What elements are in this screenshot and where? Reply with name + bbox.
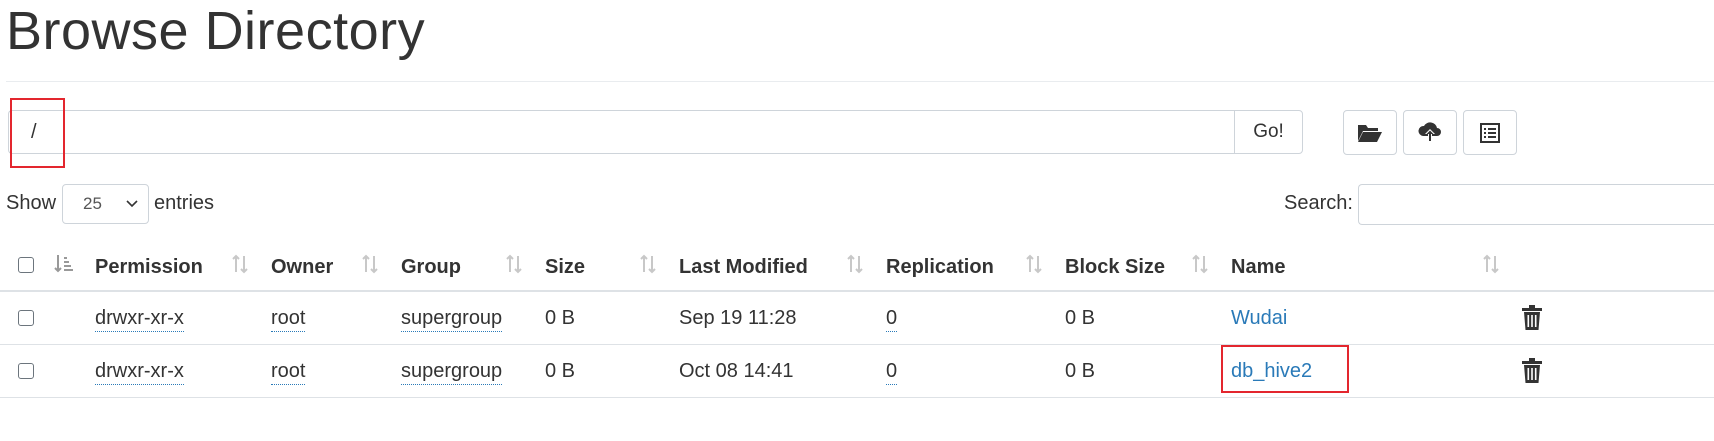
table-row: drwxr-xr-x root supergroup 0 B Oct 08 14… xyxy=(0,345,1714,398)
column-header-owner[interactable]: Owner xyxy=(271,255,333,279)
column-header-block-size[interactable]: Block Size xyxy=(1065,255,1165,279)
owner-cell[interactable]: root xyxy=(271,306,306,332)
trash-icon[interactable] xyxy=(1521,358,1543,384)
go-button[interactable]: Go! xyxy=(1234,110,1303,154)
row-checkbox[interactable] xyxy=(18,310,34,326)
sort-both-icon[interactable] xyxy=(504,253,524,275)
permission-cell[interactable]: drwxr-xr-x xyxy=(95,359,184,385)
entries-per-page-select[interactable]: 25 xyxy=(62,184,149,224)
folder-open-icon xyxy=(1358,124,1382,142)
sort-both-icon[interactable] xyxy=(230,253,250,275)
group-cell[interactable]: supergroup xyxy=(401,306,503,332)
browse-directory-page: Browse Directory Go! Show 25 entries Sea… xyxy=(0,0,1714,441)
cloud-upload-icon xyxy=(1418,121,1441,142)
directory-path-input[interactable] xyxy=(8,110,1234,154)
name-link[interactable]: db_hive2 xyxy=(1231,359,1312,383)
column-header-last-modified[interactable]: Last Modified xyxy=(679,255,808,279)
sort-both-icon[interactable] xyxy=(638,253,658,275)
directory-table: Permission Owner Group Size Last Modifie… xyxy=(0,240,1714,398)
sort-both-icon[interactable] xyxy=(360,253,380,275)
title-divider xyxy=(6,81,1714,82)
column-header-name[interactable]: Name xyxy=(1231,255,1285,279)
sort-both-icon[interactable] xyxy=(1481,253,1501,275)
entries-per-page-value: 25 xyxy=(83,194,102,213)
list-icon xyxy=(1480,122,1500,143)
sort-both-icon[interactable] xyxy=(1190,253,1210,275)
name-link[interactable]: Wudai xyxy=(1231,306,1287,330)
create-directory-button[interactable] xyxy=(1343,110,1397,155)
group-cell[interactable]: supergroup xyxy=(401,359,503,385)
select-all-checkbox[interactable] xyxy=(18,257,34,273)
sort-ascending-icon[interactable] xyxy=(53,253,75,275)
block-size-cell: 0 B xyxy=(1065,307,1096,329)
row-checkbox[interactable] xyxy=(18,363,34,379)
size-cell: 0 B xyxy=(545,360,576,382)
permission-cell[interactable]: drwxr-xr-x xyxy=(95,306,184,332)
last-modified-cell: Sep 19 11:28 xyxy=(679,307,797,329)
search-label: Search: xyxy=(1284,192,1353,214)
table-header: Permission Owner Group Size Last Modifie… xyxy=(0,240,1714,292)
table-row: drwxr-xr-x root supergroup 0 B Sep 19 11… xyxy=(0,292,1714,345)
entries-label: entries xyxy=(154,192,215,214)
replication-cell[interactable]: 0 xyxy=(886,306,898,332)
upload-file-button[interactable] xyxy=(1403,110,1457,155)
owner-cell[interactable]: root xyxy=(271,359,306,385)
column-header-size[interactable]: Size xyxy=(545,255,585,279)
sort-both-icon[interactable] xyxy=(1024,253,1044,275)
block-size-cell: 0 B xyxy=(1065,360,1096,382)
sort-both-icon[interactable] xyxy=(845,253,865,275)
search-input[interactable] xyxy=(1358,184,1714,225)
column-header-group[interactable]: Group xyxy=(401,255,461,279)
last-modified-cell: Oct 08 14:41 xyxy=(679,360,794,382)
page-title: Browse Directory xyxy=(6,1,426,61)
size-cell: 0 B xyxy=(545,307,576,329)
replication-cell[interactable]: 0 xyxy=(886,359,898,385)
column-header-permission[interactable]: Permission xyxy=(95,255,203,279)
chevron-down-icon xyxy=(126,200,138,208)
column-header-replication[interactable]: Replication xyxy=(886,255,994,279)
trash-icon[interactable] xyxy=(1521,305,1543,331)
cut-paste-button[interactable] xyxy=(1463,110,1517,155)
show-label: Show xyxy=(6,192,57,214)
